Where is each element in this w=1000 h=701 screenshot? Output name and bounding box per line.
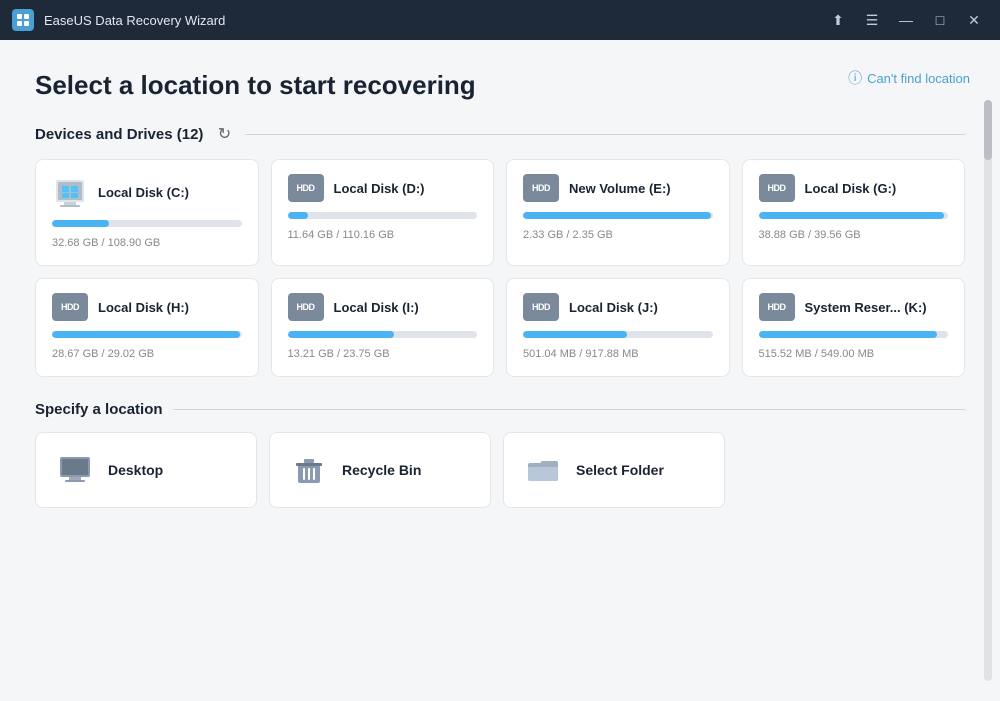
window-controls: ⬆ ☰ — □ ✕: [824, 8, 988, 32]
section-divider: [245, 134, 965, 135]
drive-progress-fill: [288, 212, 309, 219]
drive-name: New Volume (E:): [569, 181, 671, 196]
location-card-select-folder[interactable]: Select Folder: [503, 432, 725, 508]
main-content: ⓘ Can't find location Select a location …: [0, 40, 1000, 701]
location-grid: Desktop Recycle Bin Select Folder: [35, 432, 725, 508]
drive-size: 2.33 GB / 2.35 GB: [523, 229, 613, 241]
drive-name: Local Disk (C:): [98, 185, 189, 200]
hdd-drive-icon: HDD: [759, 293, 795, 321]
drive-progress-fill: [52, 331, 240, 338]
location-card-recycle-bin[interactable]: Recycle Bin: [269, 432, 491, 508]
titlebar: EaseUS Data Recovery Wizard ⬆ ☰ — □ ✕: [0, 0, 1000, 40]
drive-card-top: HDD Local Disk (J:): [523, 293, 713, 321]
drive-name: Local Disk (H:): [98, 300, 189, 315]
devices-section-header: Devices and Drives (12) ↻: [35, 123, 965, 145]
hdd-drive-icon: HDD: [523, 174, 559, 202]
drive-card[interactable]: HDD Local Disk (J:) 501.04 MB / 917.88 M…: [506, 278, 730, 377]
drive-size: 501.04 MB / 917.88 MB: [523, 348, 639, 360]
drive-card[interactable]: Local Disk (C:) 32.68 GB / 108.90 GB: [35, 159, 259, 266]
maximize-button[interactable]: □: [926, 8, 954, 32]
cant-find-link[interactable]: ⓘ Can't find location: [848, 68, 970, 88]
app-logo: [12, 9, 34, 31]
share-button[interactable]: ⬆: [824, 8, 852, 32]
drive-card[interactable]: HDD New Volume (E:) 2.33 GB / 2.35 GB: [506, 159, 730, 266]
drive-size: 515.52 MB / 549.00 MB: [759, 348, 875, 360]
drive-card-top: HDD Local Disk (G:): [759, 174, 949, 202]
windows-drive-icon: [52, 174, 88, 210]
hdd-drive-icon: HDD: [523, 293, 559, 321]
drive-name: Local Disk (J:): [569, 300, 658, 315]
drive-progress-bar: [523, 331, 713, 338]
drive-progress-fill: [288, 331, 394, 338]
drive-progress-fill: [523, 212, 711, 219]
location-icon-desktop: [56, 451, 94, 489]
drive-card-top: HDD Local Disk (H:): [52, 293, 242, 321]
drive-card[interactable]: HDD Local Disk (I:) 13.21 GB / 23.75 GB: [271, 278, 495, 377]
recycle-bin-icon: [290, 451, 328, 489]
drive-card[interactable]: HDD System Reser... (K:) 515.52 MB / 549…: [742, 278, 966, 377]
devices-section-title: Devices and Drives (12): [35, 126, 203, 143]
specify-section-title: Specify a location: [35, 401, 163, 418]
drive-progress-bar: [288, 212, 478, 219]
drive-card[interactable]: HDD Local Disk (H:) 28.67 GB / 29.02 GB: [35, 278, 259, 377]
drive-card-top: HDD System Reser... (K:): [759, 293, 949, 321]
minimize-button[interactable]: —: [892, 8, 920, 32]
drive-progress-fill: [523, 331, 627, 338]
drive-size: 32.68 GB / 108.90 GB: [52, 237, 160, 249]
location-card-desktop[interactable]: Desktop: [35, 432, 257, 508]
drive-size: 13.21 GB / 23.75 GB: [288, 348, 390, 360]
desktop-icon: [56, 451, 94, 489]
drive-size: 28.67 GB / 29.02 GB: [52, 348, 154, 360]
drive-progress-fill: [52, 220, 109, 227]
drive-progress-bar: [52, 331, 242, 338]
drive-size: 38.88 GB / 39.56 GB: [759, 229, 861, 241]
location-icon-recycle-bin: [290, 451, 328, 489]
drive-name: Local Disk (G:): [805, 181, 897, 196]
drive-progress-bar: [288, 331, 478, 338]
location-icon-select-folder: [524, 451, 562, 489]
drive-card[interactable]: HDD Local Disk (D:) 11.64 GB / 110.16 GB: [271, 159, 495, 266]
drive-card-top: Local Disk (C:): [52, 174, 242, 210]
drive-progress-fill: [759, 331, 937, 338]
specify-section-header: Specify a location: [35, 401, 965, 418]
location-label-desktop: Desktop: [108, 462, 163, 478]
refresh-button[interactable]: ↻: [213, 123, 235, 145]
question-circle-icon: ⓘ: [848, 68, 862, 88]
hdd-drive-icon: HDD: [288, 293, 324, 321]
drive-name: Local Disk (I:): [334, 300, 419, 315]
location-label-recycle-bin: Recycle Bin: [342, 462, 421, 478]
page-title: Select a location to start recovering: [35, 70, 965, 101]
scrollbar[interactable]: [984, 100, 992, 681]
drive-card-top: HDD New Volume (E:): [523, 174, 713, 202]
drive-size: 11.64 GB / 110.16 GB: [288, 229, 395, 241]
drive-grid: Local Disk (C:) 32.68 GB / 108.90 GB HDD…: [35, 159, 965, 377]
drive-card-top: HDD Local Disk (D:): [288, 174, 478, 202]
drive-card[interactable]: HDD Local Disk (G:) 38.88 GB / 39.56 GB: [742, 159, 966, 266]
folder-icon: [524, 451, 562, 489]
drive-progress-bar: [759, 212, 949, 219]
specify-divider: [173, 409, 965, 410]
cant-find-label: Can't find location: [867, 71, 970, 86]
hdd-drive-icon: HDD: [52, 293, 88, 321]
hdd-drive-icon: HDD: [288, 174, 324, 202]
drive-progress-fill: [759, 212, 945, 219]
drive-progress-bar: [759, 331, 949, 338]
scrollbar-thumb[interactable]: [984, 100, 992, 160]
app-title: EaseUS Data Recovery Wizard: [44, 13, 824, 28]
location-label-select-folder: Select Folder: [576, 462, 664, 478]
hdd-drive-icon: HDD: [759, 174, 795, 202]
drive-card-top: HDD Local Disk (I:): [288, 293, 478, 321]
close-button[interactable]: ✕: [960, 8, 988, 32]
menu-button[interactable]: ☰: [858, 8, 886, 32]
drive-progress-bar: [523, 212, 713, 219]
drive-name: System Reser... (K:): [805, 300, 927, 315]
drive-name: Local Disk (D:): [334, 181, 425, 196]
drive-progress-bar: [52, 220, 242, 227]
